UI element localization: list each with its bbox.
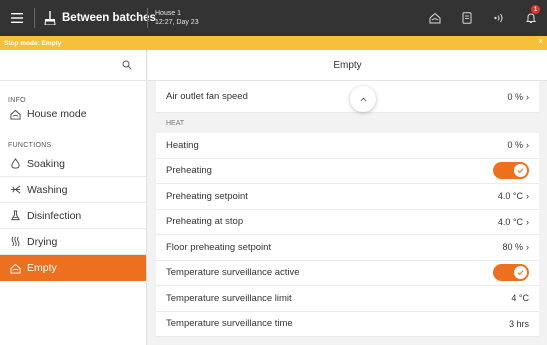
house-time: 12:27, Day 23 [155, 19, 199, 26]
setting-label: Temperature surveillance active [166, 267, 300, 279]
section-label-heat: HEAT [166, 119, 185, 127]
setting-value: 4.0 °C [497, 191, 523, 202]
drying-icon [8, 235, 22, 249]
stop-mode-text: Stop mode: Empty [4, 39, 62, 47]
setting-row-air-outlet-fan-speed[interactable]: Air outlet fan speed 0 % › [156, 81, 539, 113]
disinfection-icon [8, 209, 22, 223]
chevron-right-icon: › [526, 140, 529, 151]
section-label-functions: FUNCTIONS [8, 142, 52, 149]
setting-row-floor-preheating-setpoint[interactable]: Floor preheating setpoint 80 % › [156, 235, 539, 261]
sidebar-item-label: Soaking [27, 157, 65, 170]
setting-value: 0 % [507, 140, 523, 151]
document-icon [462, 12, 472, 24]
setting-row-temperature-surveillance-active: Temperature surveillance active [156, 260, 539, 286]
signal-icon [494, 13, 503, 23]
house-name: House 1 [155, 10, 182, 17]
setting-row-preheating-at-stop[interactable]: Preheating at stop 4.0 °C › [156, 209, 539, 235]
preheating-toggle[interactable] [493, 162, 529, 180]
soaking-icon [8, 157, 22, 171]
setting-label: Preheating at stop [166, 216, 244, 228]
main-panel: Empty Air outlet fan speed 0 % › HEAT Hea… [148, 50, 547, 345]
sidebar-item-label: House mode [27, 108, 87, 120]
setting-label: Preheating [166, 165, 212, 177]
house-info[interactable]: House 1 12:27, Day 23 [148, 9, 199, 27]
sidebar-search[interactable] [0, 50, 146, 81]
setting-value: 4.0 °C [497, 216, 523, 227]
notification-badge: 1 [531, 5, 540, 14]
sidebar-item-label: Disinfection [27, 209, 82, 222]
chevron-right-icon: › [526, 216, 529, 227]
empty-icon [8, 261, 22, 275]
app-title-area: Between batches [35, 11, 156, 25]
setting-row-preheating-setpoint[interactable]: Preheating setpoint 4.0 °C › [156, 184, 539, 210]
setting-label: Air outlet fan speed [166, 91, 248, 102]
setting-row-preheating: Preheating [156, 158, 539, 184]
chevron-right-icon: › [526, 191, 529, 202]
section-label-info: INFO [8, 97, 26, 104]
setting-row-heating[interactable]: Heating 0 % › [156, 133, 539, 159]
check-icon [517, 168, 524, 174]
sidebar-item-house-mode[interactable]: House mode [0, 104, 146, 124]
search-icon[interactable] [122, 60, 132, 70]
broom-icon [44, 11, 56, 25]
setting-value: 3 hrs [508, 318, 529, 329]
settings-list: Air outlet fan speed 0 % › HEAT Heating 0… [156, 81, 539, 337]
house-button[interactable] [419, 0, 451, 36]
sidebar-item-empty[interactable]: Empty [0, 255, 146, 281]
setting-label: Temperature surveillance time [166, 318, 293, 330]
sidebar: INFO House mode FUNCTIONS Soaking Washin… [0, 50, 147, 345]
report-button[interactable] [451, 0, 483, 36]
close-icon[interactable]: × [538, 37, 543, 46]
house-icon [429, 12, 441, 24]
sidebar-item-soaking[interactable]: Soaking [0, 151, 146, 177]
page-title: Between batches [62, 12, 156, 24]
setting-label: Temperature surveillance limit [166, 292, 292, 304]
temperature-surveillance-toggle[interactable] [493, 264, 529, 282]
house-icon [8, 107, 22, 121]
setting-row-temperature-surveillance-time: Temperature surveillance time 3 hrs [156, 311, 539, 337]
menu-button[interactable] [0, 0, 34, 36]
setting-value: 80 % [502, 242, 523, 253]
sidebar-item-label: Drying [27, 235, 58, 248]
scroll-up-button[interactable] [350, 86, 376, 112]
setting-value: 0 % [507, 91, 523, 102]
chevron-right-icon: › [526, 242, 529, 253]
setting-label: Heating [166, 139, 199, 151]
sidebar-item-label: Empty [27, 262, 57, 274]
sidebar-item-disinfection[interactable]: Disinfection [0, 203, 146, 229]
setting-label: Preheating setpoint [166, 190, 248, 202]
sidebar-item-washing[interactable]: Washing [0, 177, 146, 203]
notifications-button[interactable]: 1 [515, 0, 547, 36]
setting-value: 4 °C [511, 293, 529, 304]
chevron-right-icon: › [526, 91, 529, 102]
sidebar-item-drying[interactable]: Drying [0, 229, 146, 255]
signal-button[interactable] [483, 0, 515, 36]
sidebar-item-label: Washing [27, 183, 68, 196]
washing-icon [8, 183, 22, 197]
main-title: Empty [148, 50, 547, 81]
stop-mode-bar: Stop mode: Empty × [0, 36, 547, 50]
setting-row-temperature-surveillance-limit: Temperature surveillance limit 4 °C [156, 286, 539, 312]
top-bar: Between batches House 1 12:27, Day 23 1 [0, 0, 547, 36]
setting-label: Floor preheating setpoint [166, 241, 272, 253]
check-icon [517, 270, 524, 276]
chevron-up-icon [360, 97, 366, 101]
hamburger-icon [11, 13, 23, 23]
